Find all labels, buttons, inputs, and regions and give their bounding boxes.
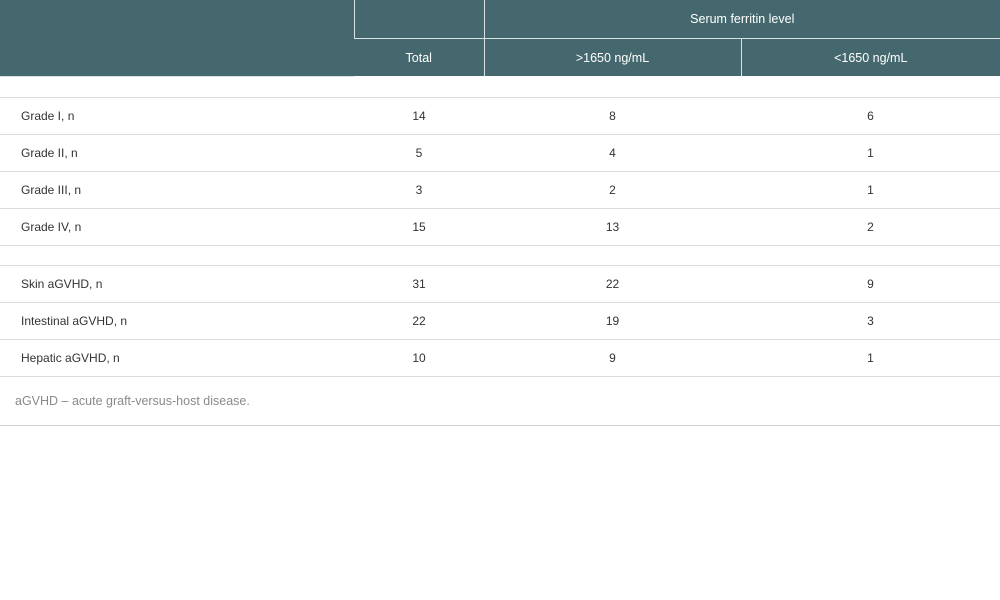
table-header: Serum ferritin level Total >1650 ng/mL <… (0, 0, 1000, 77)
cell-low: 1 (741, 134, 1000, 172)
data-table-wrapper: Serum ferritin level Total >1650 ng/mL <… (0, 0, 1000, 426)
cell-high: 22 (484, 265, 741, 303)
cell-total: 22 (354, 302, 484, 340)
row-label: Grade IV, n (0, 208, 354, 246)
row-label: Grade II, n (0, 134, 354, 172)
spacer-cell (0, 245, 1000, 266)
table-row: Grade I, n 14 8 6 (0, 97, 1000, 135)
cell-low: 6 (741, 97, 1000, 135)
cell-total: 31 (354, 265, 484, 303)
ferritin-table: Serum ferritin level Total >1650 ng/mL <… (0, 0, 1000, 377)
cell-total: 10 (354, 339, 484, 377)
header-low-ferritin: <1650 ng/mL (740, 38, 1000, 76)
row-label: Grade I, n (0, 97, 354, 135)
cell-low: 3 (741, 302, 1000, 340)
cell-total: 14 (354, 97, 484, 135)
header-blank-total-top (353, 0, 484, 39)
table-row: Grade III, n 3 2 1 (0, 171, 1000, 209)
row-label: Grade III, n (0, 171, 354, 209)
table-row: Skin aGVHD, n 31 22 9 (0, 265, 1000, 303)
row-label: Intestinal aGVHD, n (0, 302, 354, 340)
table-row: Intestinal aGVHD, n 22 19 3 (0, 302, 1000, 340)
table-body: Grade I, n 14 8 6 Grade II, n 5 4 1 Grad… (0, 76, 1000, 377)
cell-high: 8 (484, 97, 741, 135)
row-label: Hepatic aGVHD, n (0, 339, 354, 377)
cell-low: 9 (741, 265, 1000, 303)
cell-low: 1 (741, 339, 1000, 377)
table-footnote: aGVHD – acute graft-versus-host disease. (0, 377, 1000, 426)
header-total: Total (354, 38, 484, 76)
header-blank-cell (0, 0, 354, 77)
header-group-ferritin: Serum ferritin level (483, 0, 1000, 39)
table-row: Hepatic aGVHD, n 10 9 1 (0, 339, 1000, 377)
cell-high: 4 (484, 134, 741, 172)
table-spacer-row (0, 76, 1000, 98)
cell-total: 3 (354, 171, 484, 209)
table-row: Grade IV, n 15 13 2 (0, 208, 1000, 246)
table-spacer-row (0, 245, 1000, 266)
cell-total: 5 (354, 134, 484, 172)
cell-low: 1 (741, 171, 1000, 209)
spacer-cell (0, 76, 1000, 98)
cell-high: 19 (484, 302, 741, 340)
cell-total: 15 (354, 208, 484, 246)
table-row: Grade II, n 5 4 1 (0, 134, 1000, 172)
cell-high: 9 (484, 339, 741, 377)
cell-high: 2 (484, 171, 741, 209)
header-high-ferritin: >1650 ng/mL (483, 38, 741, 76)
row-label: Skin aGVHD, n (0, 265, 354, 303)
cell-high: 13 (484, 208, 741, 246)
cell-low: 2 (741, 208, 1000, 246)
